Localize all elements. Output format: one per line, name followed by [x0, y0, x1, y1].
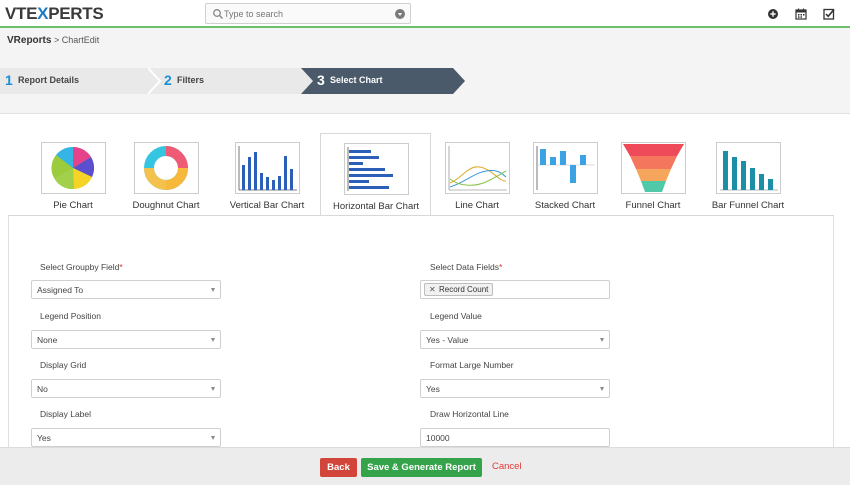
line-chart-icon	[445, 142, 510, 194]
draw-horizontal-line-label: Draw Horizontal Line	[430, 409, 509, 419]
select-value: Yes	[37, 433, 51, 443]
search-icon	[213, 9, 223, 19]
action-footer: Back Save & Generate Report Cancel	[0, 447, 850, 485]
groupby-select[interactable]: Assigned To	[31, 280, 221, 299]
top-bar: VTEXPERTS Type to search	[0, 0, 850, 28]
step-select-chart[interactable]: 3 Select Chart	[301, 68, 465, 94]
step-number: 3	[317, 72, 325, 88]
format-large-number-select[interactable]: Yes	[420, 379, 610, 398]
back-button[interactable]: Back	[320, 458, 357, 477]
stacked-chart-icon	[533, 142, 598, 194]
funnel-chart-icon	[621, 142, 686, 194]
chevron-down-icon	[600, 338, 604, 342]
pie-chart-icon	[41, 142, 106, 194]
data-fields-multiselect[interactable]: ✕ Record Count	[420, 280, 610, 299]
chevron-down-icon	[211, 387, 215, 391]
global-search[interactable]: Type to search	[205, 3, 411, 24]
select-value: None	[37, 335, 58, 345]
wizard-steps: 1 Report Details 2 Filters 3 Select Char…	[0, 68, 470, 94]
legend-position-select[interactable]: None	[31, 330, 221, 349]
data-field-chip[interactable]: ✕ Record Count	[424, 283, 494, 296]
legend-position-label: Legend Position	[40, 311, 101, 321]
select-value: Yes - Value	[426, 335, 469, 345]
chart-config-panel: Pie Chart Doughnut Chart Vertical Bar Ch…	[0, 113, 850, 485]
chevron-down-icon	[211, 288, 215, 292]
tab-stacked-chart[interactable]: Stacked Chart	[520, 142, 610, 217]
search-options-icon[interactable]	[395, 9, 405, 19]
save-generate-report-button[interactable]: Save & Generate Report	[361, 458, 482, 477]
task-checkbox-icon[interactable]	[823, 8, 835, 20]
tab-pie-chart[interactable]: Pie Chart	[28, 142, 118, 217]
step-filters[interactable]: 2 Filters	[148, 68, 313, 94]
step-arrow-shape	[301, 68, 465, 94]
input-value: 10000	[426, 433, 450, 443]
chip-label: Record Count	[439, 285, 489, 294]
vtexperts-logo[interactable]: VTEXPERTS	[5, 4, 104, 24]
chart-type-tabs: Pie Chart Doughnut Chart Vertical Bar Ch…	[0, 114, 850, 217]
draw-horizontal-line-input[interactable]: 10000	[420, 428, 610, 447]
step-report-details[interactable]: 1 Report Details	[0, 68, 160, 94]
select-value: No	[37, 384, 48, 394]
tab-label: Bar Funnel Chart	[711, 200, 785, 211]
bar-funnel-chart-icon	[716, 142, 781, 194]
step-arrow-shape	[148, 68, 313, 94]
legend-value-label: Legend Value	[430, 311, 482, 321]
chart-settings-form: Select Groupby Field* Assigned To Legend…	[8, 216, 834, 456]
display-grid-label: Display Grid	[40, 360, 87, 370]
breadcrumb-separator: >	[53, 35, 60, 45]
groupby-label: Select Groupby Field*	[40, 262, 123, 272]
format-large-number-label: Format Large Number	[430, 360, 514, 370]
chevron-down-icon	[211, 436, 215, 440]
display-label-select[interactable]: Yes	[31, 428, 221, 447]
breadcrumb-root[interactable]: VReports	[7, 35, 51, 46]
breadcrumb-current: ChartEdit	[61, 35, 100, 45]
vertical-bar-chart-icon	[235, 142, 300, 194]
tab-label: Horizontal Bar Chart	[332, 201, 420, 212]
tab-doughnut-chart[interactable]: Doughnut Chart	[121, 142, 211, 217]
tab-label: Doughnut Chart	[132, 200, 200, 211]
data-fields-label: Select Data Fields*	[430, 262, 503, 272]
step-label: Select Chart	[330, 75, 383, 85]
step-label: Report Details	[18, 75, 80, 85]
tab-label: Vertical Bar Chart	[229, 200, 305, 211]
step-label: Filters	[177, 75, 205, 85]
chevron-down-icon	[211, 338, 215, 342]
step-number: 1	[5, 72, 13, 88]
plus-circle-icon[interactable]	[767, 8, 779, 20]
display-grid-select[interactable]: No	[31, 379, 221, 398]
tab-funnel-chart[interactable]: Funnel Chart	[608, 142, 698, 217]
calendar-icon[interactable]	[795, 8, 807, 20]
tab-line-chart[interactable]: Line Chart	[432, 142, 522, 217]
remove-chip-icon[interactable]: ✕	[429, 284, 436, 295]
tab-vertical-bar-chart[interactable]: Vertical Bar Chart	[222, 142, 312, 217]
tab-bar-funnel-chart[interactable]: Bar Funnel Chart	[703, 142, 793, 217]
tab-horizontal-bar-chart[interactable]: Horizontal Bar Chart	[320, 133, 431, 217]
select-value: Yes	[426, 384, 440, 394]
horizontal-bar-chart-icon	[344, 143, 409, 195]
search-input[interactable]: Type to search	[224, 9, 283, 19]
display-label-label: Display Label	[40, 409, 92, 419]
select-value: Assigned To	[37, 285, 84, 295]
doughnut-chart-icon	[134, 142, 199, 194]
cancel-link[interactable]: Cancel	[492, 461, 522, 472]
chevron-down-icon	[600, 387, 604, 391]
breadcrumb: VReports > ChartEdit	[7, 35, 99, 46]
legend-value-select[interactable]: Yes - Value	[420, 330, 610, 349]
step-number: 2	[164, 72, 172, 88]
tab-label: Funnel Chart	[625, 200, 681, 211]
